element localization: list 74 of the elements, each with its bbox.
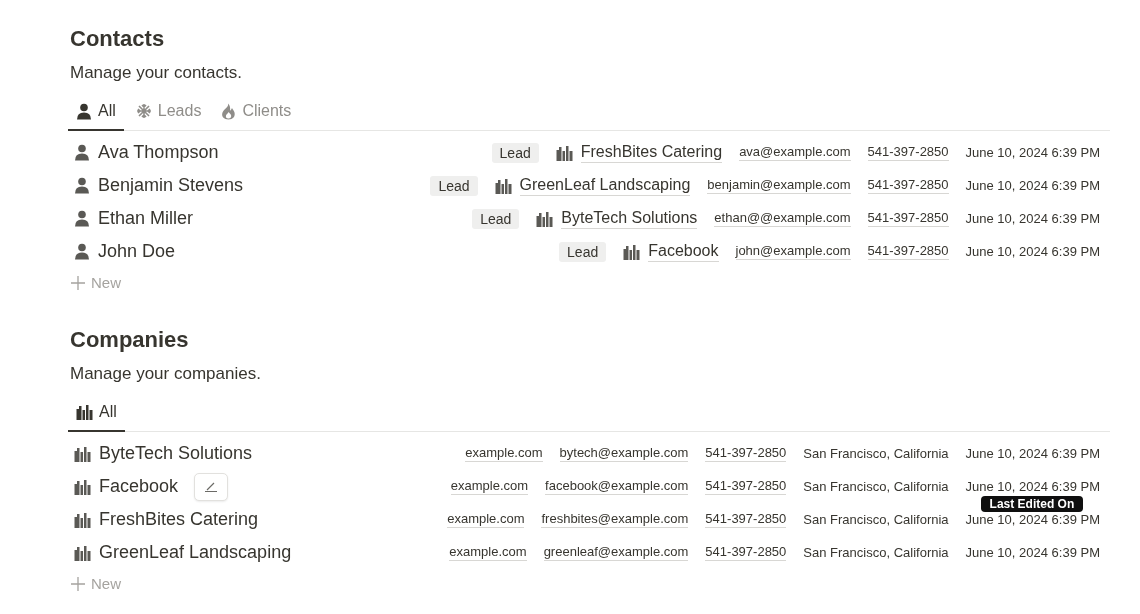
location-text: San Francisco, California [803,512,949,527]
status-tag: Lead [491,142,539,163]
company-link[interactable]: GreenLeaf Landscaping [519,175,691,196]
edited-date: June 10, 2024 6:39 PM [965,244,1100,259]
status-tag: Lead [430,175,478,196]
email-link[interactable]: facebook@example.com [545,478,689,495]
building-icon [536,210,554,227]
phone-link[interactable]: 541-397-2850 [705,511,787,528]
website-link[interactable]: example.com [465,445,543,462]
company-link[interactable]: Facebook [648,241,719,262]
building-icon [494,177,512,194]
company-name[interactable]: GreenLeaf Landscaping [99,542,292,563]
section-title: Contacts [70,26,166,52]
person-icon [74,177,90,194]
email-link[interactable]: benjamin@example.com [707,177,851,194]
contact-name[interactable]: John Doe [98,241,176,262]
edited-date: June 10, 2024 6:39 PM [965,545,1100,560]
building-icon [74,544,91,561]
edited-date: June 10, 2024 6:39 PM [965,145,1100,160]
building-icon [555,144,573,161]
website-link[interactable]: example.com [450,478,529,495]
website-link[interactable]: example.com [449,544,527,561]
section-description: Manage your contacts. [70,62,243,84]
person-icon [74,210,90,227]
website-link[interactable]: example.com [447,511,525,528]
contact-name[interactable]: Ethan Miller [98,208,194,229]
status-tag: Lead [559,241,607,262]
company-name[interactable]: ByteTech Solutions [99,443,253,464]
contact-name[interactable]: Benjamin Stevens [98,175,244,196]
view-tab[interactable]: All [68,98,124,131]
phone-link[interactable]: 541-397-2850 [705,544,787,561]
company-link[interactable]: ByteTech Solutions [561,208,698,229]
building-icon [74,445,91,462]
building-icon [74,511,91,528]
phone-link[interactable]: 541-397-2850 [705,478,787,495]
edited-date: June 10, 2024 6:39 PM [965,512,1100,527]
location-text: San Francisco, California [803,479,949,494]
pencil-icon [204,481,219,492]
edited-date: June 10, 2024 6:39 PM [965,178,1100,193]
plus-icon [71,576,85,591]
plus-icon [71,275,85,290]
email-link[interactable]: ava@example.com [739,144,851,161]
phone-link[interactable]: 541-397-2850 [867,177,949,194]
building-icon [74,478,91,495]
section-description: Manage your companies. [70,363,262,385]
email-link[interactable]: bytech@example.com [559,445,689,462]
building-icon [623,243,641,260]
edited-date: June 10, 2024 6:39 PM [965,446,1100,461]
location-text: San Francisco, California [803,446,949,461]
person-icon [74,144,90,161]
edit-button[interactable] [194,472,229,501]
section-title: Companies [70,327,190,353]
location-text: San Francisco, California [803,545,949,560]
snowflake-icon [135,103,152,119]
view-tab[interactable]: All [68,399,125,432]
email-link[interactable]: freshbites@example.com [541,511,689,528]
contact-name[interactable]: Ava Thompson [98,142,219,163]
building-icon [76,404,93,420]
email-link[interactable]: greenleaf@example.com [543,544,689,561]
person-icon [74,243,90,260]
phone-link[interactable]: 541-397-2850 [867,210,949,227]
phone-link[interactable]: 541-397-2850 [705,445,787,462]
company-name[interactable]: Facebook [99,476,179,497]
status-tag: Lead [472,208,520,229]
company-name[interactable]: FreshBites Catering [99,509,259,530]
company-link[interactable]: FreshBites Catering [580,142,723,163]
person-icon [76,102,92,120]
email-link[interactable]: john@example.com [735,243,851,260]
phone-link[interactable]: 541-397-2850 [867,243,949,260]
tooltip: Last Edited On [980,496,1084,512]
edited-date: June 10, 2024 6:39 PM [965,211,1100,226]
fire-icon [221,102,237,120]
email-link[interactable]: ethan@@example.com [714,210,851,227]
phone-link[interactable]: 541-397-2850 [867,144,949,161]
